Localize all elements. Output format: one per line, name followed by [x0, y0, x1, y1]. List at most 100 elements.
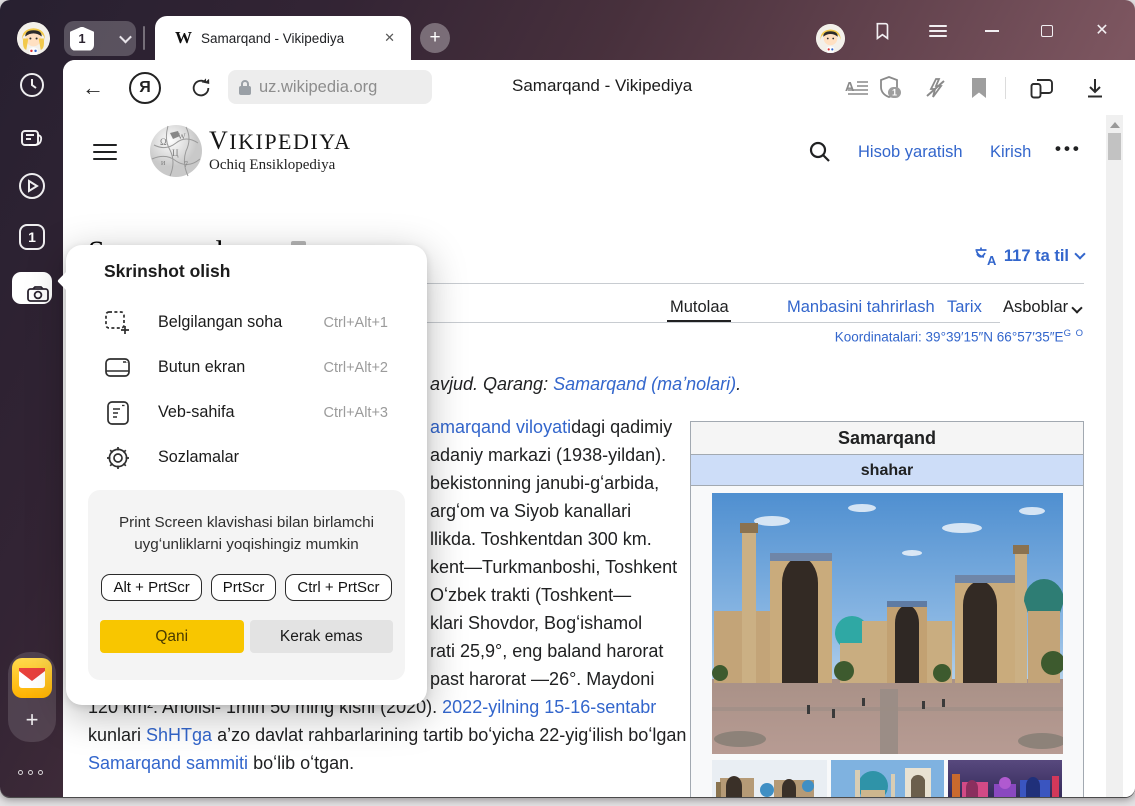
more-options-icon[interactable]: ••• [1055, 139, 1082, 159]
tab-tarix[interactable]: Tarix [947, 298, 982, 317]
page-scrollbar[interactable] [1106, 115, 1123, 797]
scrollbar-thumb[interactable] [1108, 133, 1121, 160]
article-text: dagi qadimiy [571, 417, 672, 437]
article-text-line: argʻom va Siyob kanallari [430, 497, 631, 525]
wiki-wordmark-title: VIKIPEDIYA [209, 126, 352, 156]
wikipedia-globe-logo[interactable]: ΩW Ц7 и [148, 123, 204, 179]
thumb-madrasas-day[interactable] [712, 760, 827, 797]
article-link[interactable]: Samarqand sammiti [88, 753, 248, 773]
wikipedia-favicon: W [175, 28, 192, 48]
active-tab-underline [667, 320, 731, 322]
browser-toolbar: ← Я uz.wikipedia.org Samarqand - Vikiped… [63, 60, 1135, 115]
window-minimize-button[interactable] [972, 18, 1012, 44]
thumb-gur-emir-dome[interactable] [831, 760, 944, 797]
reload-icon[interactable] [187, 74, 215, 102]
menu-item-label: Veb-sahifa [158, 403, 235, 422]
article-text: bekistonning janubi-gʻarbida, [430, 473, 659, 493]
tab-group-selector[interactable]: 1 [64, 21, 136, 56]
profile-avatar-small[interactable] [816, 24, 845, 53]
toolbar-divider [1005, 77, 1006, 99]
wiki-wordmark[interactable]: VIKIPEDIYA Ochiq Ensiklopediya [209, 126, 352, 174]
avatar-girl-icon [17, 22, 50, 55]
tab-asboblar[interactable]: Asboblar [1003, 298, 1081, 317]
topbar-separator [143, 26, 145, 50]
article-link[interactable]: 2022-yilning 15-16-sentabr [442, 697, 656, 717]
article-text-line: kent—Turkmanboshi, Toshkent [430, 553, 677, 581]
profile-avatar[interactable] [17, 22, 50, 55]
window-maximize-button[interactable] [1027, 18, 1067, 44]
infobox-title: Samarqand [691, 422, 1083, 455]
article-text: past harorat —26°. Maydoni [430, 669, 654, 689]
lightning-slash-icon[interactable] [921, 74, 949, 102]
back-button[interactable]: ← [79, 74, 107, 102]
wiki-menu-icon[interactable] [93, 144, 117, 160]
thumb-registan-night[interactable] [948, 760, 1062, 797]
article-link[interactable]: ShHTga [146, 725, 212, 745]
menu-item-full-screen[interactable]: Butun ekran Ctrl+Alt+2 [66, 345, 427, 390]
registan-photo[interactable] [712, 493, 1063, 754]
keycap-alt-prtscr: Alt + PrtScr [101, 574, 201, 601]
popup-pointer [57, 271, 77, 291]
search-icon[interactable] [808, 140, 832, 164]
play-media-icon[interactable] [14, 168, 50, 204]
bookmarks-flag-icon[interactable] [862, 18, 902, 44]
browser-tab-active[interactable]: W Samarqand - Vikipediya ✕ [155, 16, 411, 60]
add-app-icon[interactable]: + [8, 702, 56, 738]
menu-item-selection-area[interactable]: Belgilangan soha Ctrl+Alt+1 [66, 300, 427, 345]
sidebar-tab-count: 1 [19, 224, 45, 250]
language-count-label: 117 ta til [1004, 247, 1069, 266]
tab-mutolaa[interactable]: Mutolaa [670, 298, 729, 317]
tab-manbasini-tahrirlash[interactable]: Manbasini tahrirlash [787, 298, 935, 317]
article-text: aʼzo davlat rahbarlarining tartib boʻyic… [212, 725, 686, 745]
fullscreen-icon [104, 357, 131, 379]
bookmark-icon[interactable] [965, 74, 993, 102]
wiki-wordmark-tagline: Ochiq Ensiklopediya [209, 157, 352, 174]
login-link[interactable]: Kirish [990, 143, 1031, 162]
history-icon[interactable] [14, 67, 50, 103]
tab-asboblar-label: Asboblar [1003, 298, 1068, 316]
svg-text:и: и [161, 158, 166, 167]
yandex-mail-icon[interactable] [12, 658, 52, 698]
screenshot-tool-icon[interactable] [12, 272, 52, 304]
coordinates-line[interactable]: Koordinatalari: 39°39′15″N 66°57′35″EG O [835, 328, 1084, 345]
sidebar-more-dots-icon[interactable] [18, 770, 43, 775]
gear-icon [104, 445, 131, 471]
tab-counter-icon[interactable]: 1 [14, 219, 50, 255]
article-text: Oʻzbek trakti (Toshkent— [430, 585, 631, 605]
article-text-line: kunlari ShHTga aʼzo davlat rahbarlarinin… [88, 721, 686, 749]
article-text-line: rati 25,9°, eng baland harorat [430, 637, 663, 665]
protect-shield-icon[interactable]: 1 [876, 74, 904, 102]
article-text-line: amarqand viloyatidagi qadimiy [430, 413, 672, 441]
hatnote-link[interactable]: Samarqand (maʼnolari) [553, 374, 736, 394]
article-link[interactable]: amarqand viloyati [430, 417, 571, 437]
collections-icon[interactable] [1028, 74, 1056, 102]
screenshot-popup: Skrinshot olish Belgilangan soha Ctrl+Al… [66, 245, 427, 705]
address-bar[interactable]: uz.wikipedia.org [228, 70, 432, 104]
url-text: uz.wikipedia.org [259, 78, 377, 97]
download-icon[interactable] [1081, 74, 1109, 102]
article-text-line: past harorat —26°. Maydoni [430, 665, 654, 693]
hatnote: avjud. Qarang: Samarqand (maʼnolari). [430, 374, 741, 395]
article-text-line: klari Shovdor, Bogʻishamol [430, 609, 642, 637]
notes-pages-icon[interactable] [14, 122, 50, 158]
reader-mode-icon[interactable]: A [843, 74, 871, 102]
tab-close-icon[interactable]: ✕ [380, 28, 399, 48]
yandex-search-icon[interactable]: Я [129, 72, 161, 104]
chevron-down-icon [119, 31, 132, 44]
translate-icon: A [974, 246, 997, 266]
scrollbar-up-arrow[interactable] [1110, 122, 1120, 128]
confirm-button[interactable]: Qani [100, 620, 244, 653]
webpage-icon [104, 400, 131, 426]
hatnote-pre: avjud. Qarang: [430, 374, 553, 394]
window-close-button[interactable]: ✕ [1082, 18, 1122, 44]
new-tab-button[interactable]: + [420, 23, 450, 53]
menu-item-settings[interactable]: Sozlamalar [66, 435, 427, 480]
dismiss-button[interactable]: Kerak emas [250, 620, 394, 653]
browser-topbar: 1 W Samarqand - Vikipediya ✕ + [0, 0, 1135, 60]
browser-menu-icon[interactable] [918, 18, 958, 44]
create-account-link[interactable]: Hisob yaratish [858, 143, 963, 162]
language-selector[interactable]: A 117 ta til [974, 246, 1084, 266]
svg-text:Ц: Ц [172, 148, 179, 158]
menu-item-label: Sozlamalar [158, 448, 239, 467]
menu-item-web-page[interactable]: Veb-sahifa Ctrl+Alt+3 [66, 390, 427, 435]
